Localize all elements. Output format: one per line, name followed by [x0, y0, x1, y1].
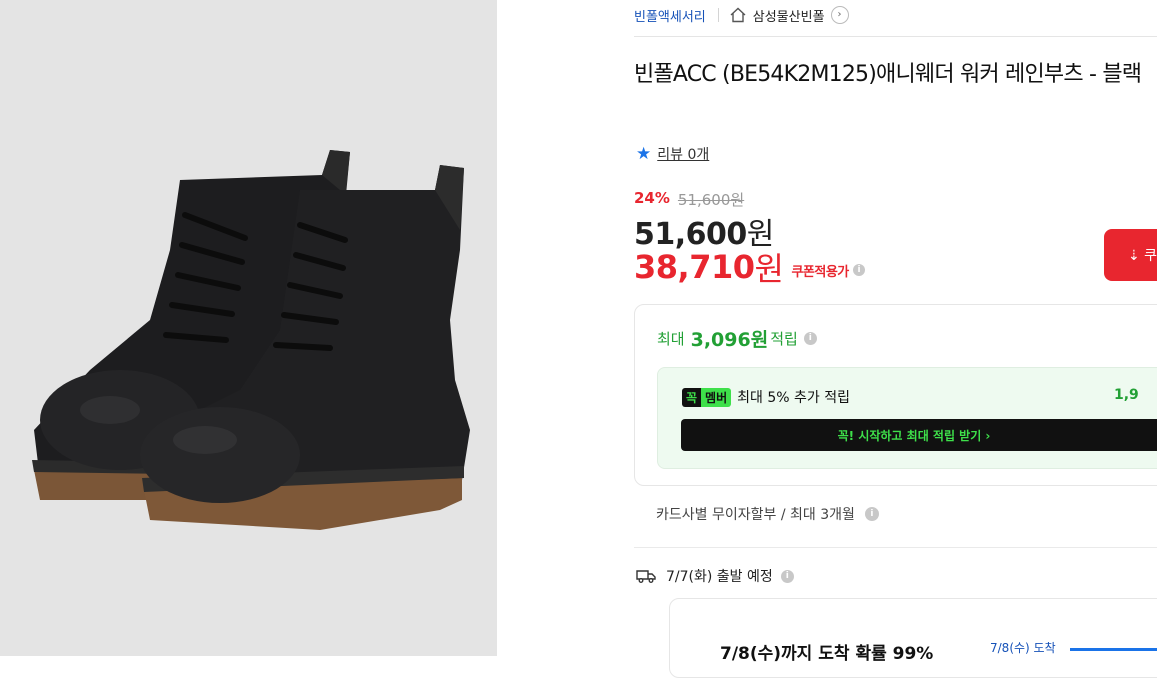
reward-amount: 3,096원 [690, 329, 769, 351]
header-divider [634, 36, 1157, 37]
reward-summary: 최대 3,096원 적립 i [657, 325, 817, 352]
member-signup-button[interactable]: 꼭! 시작하고 최대 적립 받기 › [681, 419, 1157, 451]
info-icon[interactable]: i [864, 507, 879, 521]
review-summary[interactable]: ★ 리뷰 0개 [636, 144, 709, 164]
ggok-badge-label: 멤버 [701, 387, 732, 407]
review-count-link[interactable]: 리뷰 0개 [657, 144, 709, 164]
coupon-download-button[interactable]: ⇣ 쿠 [1104, 229, 1157, 281]
member-reward-amount: 1,9 [1114, 387, 1139, 403]
coupon-price-label: 쿠폰적용가 [791, 264, 849, 280]
ggok-member-badge: 꼭 멤버 [682, 387, 732, 407]
installment-info: 카드사별 무이자할부 / 최대 3개월 i [656, 504, 879, 524]
home-icon [730, 7, 746, 23]
member-reward-row: 꼭 멤버 최대 5% 추가 적립 [682, 387, 850, 407]
info-icon[interactable]: i [852, 264, 865, 276]
coupon-price-currency: 원 [754, 250, 784, 288]
delivery-estimate-box: 7/8(수)까지 도착 확률 99% 7/8(수) 도착 [669, 598, 1157, 678]
section-divider [634, 547, 1157, 548]
brand-link[interactable]: 빈폴액세서리 [634, 6, 706, 25]
star-icon: ★ [636, 144, 652, 164]
breadcrumb-divider [717, 8, 719, 22]
chevron-right-icon[interactable]: › [830, 6, 849, 24]
product-title: 빈폴ACC (BE54K2M125)애니웨더 워커 레인부츠 - 블랙 [634, 62, 1142, 87]
member-reward-box: 꼭 멤버 최대 5% 추가 적립 1,9 꼭! 시작하고 최대 적립 받기 › [657, 367, 1157, 469]
reward-prefix: 최대 [657, 330, 685, 348]
info-icon[interactable]: i [780, 569, 794, 583]
store-link[interactable]: 삼성물산빈폴 [753, 6, 825, 25]
coupon-price: 38,710 원 쿠폰적용가 i [634, 244, 865, 290]
reward-suffix: 적립 [770, 330, 798, 348]
breadcrumb: 빈폴액세서리 삼성물산빈폴 › [634, 4, 849, 26]
original-price: 51,600원 [677, 191, 745, 209]
truck-icon [636, 570, 656, 583]
reward-box: 최대 3,096원 적립 i 꼭 멤버 최대 5% 추가 적립 1,9 꼭! 시작… [634, 304, 1157, 486]
shipping-info: 7/7(화) 출발 예정 i [636, 566, 794, 586]
product-image[interactable] [0, 0, 497, 656]
arrival-date: 7/8(수) 도착 [990, 641, 1056, 655]
discount-row: 24% 51,600원 [634, 189, 744, 210]
member-reward-text: 최대 5% 추가 적립 [737, 390, 850, 406]
ggok-badge-mark: 꼭 [682, 387, 702, 407]
departure-text: 7/7(화) 출발 예정 [666, 569, 773, 585]
coupon-price-amount: 38,710 [634, 248, 755, 286]
info-icon[interactable]: i [803, 332, 817, 345]
discount-rate: 24% [634, 189, 670, 207]
arrival-probability: 7/8(수)까지 도착 확률 99% [720, 644, 934, 664]
installment-text: 카드사별 무이자할부 / 최대 3개월 [656, 507, 855, 523]
rain-boots-illustration [32, 150, 470, 530]
arrival-probability-bar [1070, 648, 1157, 651]
